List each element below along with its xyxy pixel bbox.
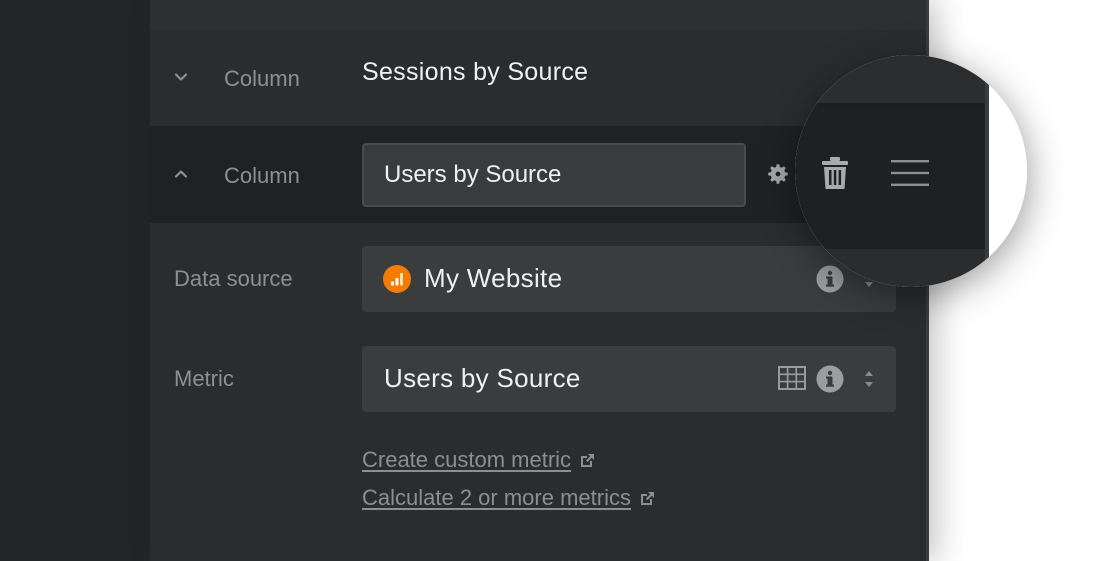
metric-value: Users by Source <box>384 363 581 393</box>
lens-content <box>795 55 1027 287</box>
panel-top-strip <box>150 0 928 30</box>
metric-label: Metric <box>174 366 234 391</box>
link-label: Create custom metric <box>362 447 572 472</box>
calculate-metrics-link[interactable]: Calculate 2 or more metrics <box>362 485 655 511</box>
lens-row-below <box>795 249 985 287</box>
info-icon[interactable] <box>816 365 844 393</box>
lens-panel-border <box>985 55 989 287</box>
data-source-label: Data source <box>174 266 293 291</box>
google-analytics-icon <box>382 264 412 294</box>
external-link-icon <box>639 491 655 507</box>
left-rail <box>0 0 151 561</box>
metric-select[interactable]: Users by Source <box>362 346 896 412</box>
gear-icon[interactable] <box>765 161 791 187</box>
chevron-down-icon[interactable] <box>172 68 190 86</box>
link-label: Calculate 2 or more metrics <box>362 485 631 510</box>
create-custom-metric-link[interactable]: Create custom metric <box>362 447 595 473</box>
magnifier-lens <box>795 55 1027 287</box>
data-source-value: My Website <box>424 263 563 293</box>
row-kind-label: Column <box>224 66 300 91</box>
lens-row-above <box>795 55 985 103</box>
external-link-icon <box>579 453 595 469</box>
chevron-up-icon[interactable] <box>172 165 190 183</box>
column-name-input[interactable] <box>362 143 746 207</box>
row-kind-label: Column <box>224 163 300 188</box>
column-title[interactable]: Sessions by Source <box>362 58 588 87</box>
hamburger-menu-icon[interactable] <box>891 159 929 187</box>
dropdown-arrows-icon[interactable] <box>862 366 876 392</box>
grid-icon[interactable] <box>778 366 806 390</box>
trash-icon[interactable] <box>821 155 849 191</box>
